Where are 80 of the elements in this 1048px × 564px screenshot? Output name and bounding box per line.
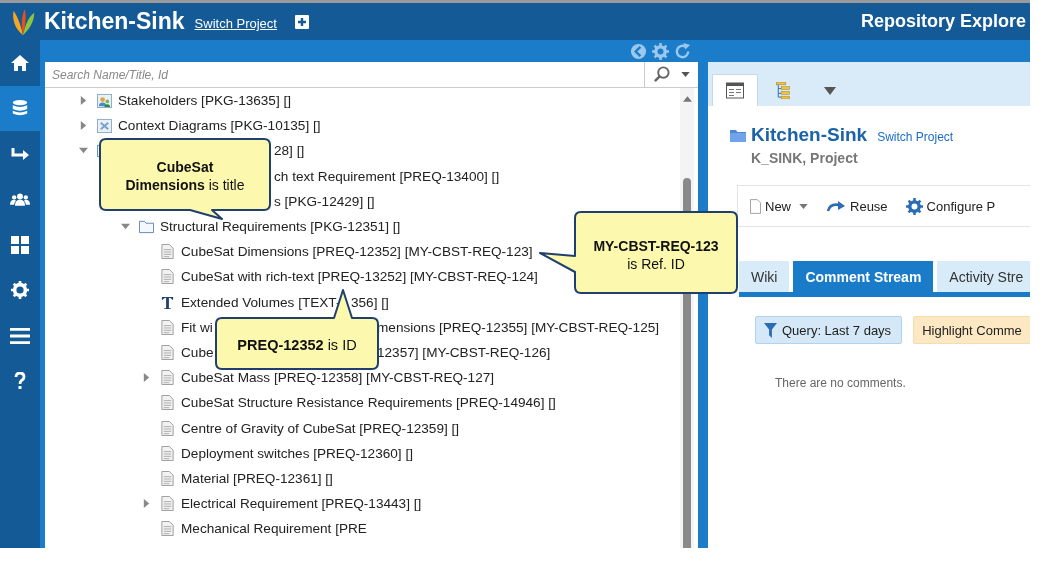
tree-item-label[interactable]: Material [PREQ-12361] []: [181, 470, 333, 486]
grid-icon: [10, 235, 30, 254]
redo-arrow-icon: [826, 200, 846, 212]
tree-item-label[interactable]: CubeSat Dimensions [PREQ-12352] [MY-CBST-REQ-123]: [181, 244, 533, 260]
tree-item-label[interactable]: Context Diagrams [PKG-10135] []: [118, 118, 321, 134]
highlight-button[interactable]: Highlight Comme: [913, 316, 1030, 344]
caret-icon: [799, 203, 808, 209]
expand-toggle-icon[interactable]: [142, 499, 151, 509]
reuse-button[interactable]: Reuse: [826, 198, 888, 214]
document-icon: [160, 496, 175, 512]
document-icon: [750, 198, 761, 214]
tree-item-label[interactable]: Fit wi: [181, 319, 213, 335]
expand-toggle-icon[interactable]: [79, 121, 88, 131]
tree-item-label[interactable]: Cube: [181, 344, 214, 360]
stream-tab[interactable]: Wiki: [739, 261, 790, 292]
settings-icon: [905, 197, 923, 215]
caret-icon: [824, 86, 836, 95]
tree-item-label[interactable]: 12357] [MY-CBST-REQ-126]: [377, 344, 551, 360]
tree-item-label[interactable]: Electrical Requirement [PREQ-13443] []: [181, 496, 422, 512]
project-subtitle: K_SINK, Project: [751, 150, 859, 166]
window-icon: [726, 82, 744, 99]
document-icon: [160, 344, 175, 360]
document-icon: [160, 370, 175, 386]
menu-icon: [10, 326, 30, 345]
tree-item-label[interactable]: mensions [PREQ-12355] [MY-CBST-REQ-125]: [377, 319, 660, 335]
stream-tab[interactable]: Comment Stream: [793, 261, 934, 292]
properties-tab[interactable]: [712, 74, 758, 106]
stream-tab[interactable]: Activity Stre: [937, 261, 1030, 292]
switch-project-link[interactable]: Switch Project: [194, 16, 277, 31]
home-icon: [10, 53, 30, 72]
tree-item-label[interactable]: CubeSat Mass [PREQ-12358] [MY-CBST-REQ-127]: [181, 370, 495, 386]
tree-item-label[interactable]: ch text Requirement [PREQ-13400] []: [274, 168, 500, 184]
folder-icon: [730, 128, 746, 142]
empty-message: There are no comments.: [775, 376, 907, 390]
database-icon: [10, 99, 30, 118]
callout-text: CubeSat Dimensions is title: [124, 158, 246, 195]
people-folder-icon: [97, 93, 112, 109]
query-button[interactable]: Query: Last 7 days: [755, 316, 903, 344]
tree-item-label[interactable]: Deployment switches [PREQ-12360] []: [181, 445, 413, 461]
document-icon: [160, 244, 175, 260]
project-title: Kitchen-Sink: [44, 8, 185, 35]
page-title: Repository Explore: [860, 11, 1026, 32]
tree-item-label[interactable]: 28] []: [274, 143, 305, 159]
expand-toggle-icon[interactable]: [79, 96, 88, 106]
tree-item-label[interactable]: Centre of Gravity of CubeSat [PREQ-12359] []: [181, 420, 460, 436]
caret-icon[interactable]: [681, 72, 690, 77]
settings-icon: [10, 281, 30, 300]
tree-item-label[interactable]: CubeSat with rich-text [PREQ-13252] [MY-CBST-REQ-124]: [181, 269, 538, 285]
document-icon: [160, 470, 175, 486]
hierarchy-icon: [774, 82, 792, 99]
filter-icon: [764, 322, 777, 338]
document-icon: [160, 420, 175, 436]
tree-item-label[interactable]: Structural Requirements [PKG-12351] []: [160, 219, 401, 235]
scroll-up-icon[interactable]: [683, 96, 692, 102]
configure-button[interactable]: Configure P: [905, 197, 996, 215]
collapse-toggle-icon[interactable]: [79, 146, 88, 156]
nav-database-button[interactable]: [0, 85, 40, 131]
switch-project-link[interactable]: Switch Project: [877, 129, 954, 144]
tree-item-label[interactable]: Extended Volumes [TEXT-: [181, 294, 341, 310]
tree-item-label[interactable]: 356] []: [351, 294, 389, 310]
add-icon[interactable]: [294, 14, 309, 29]
help-icon: [14, 372, 26, 391]
callout-text: MY-CBST-REQ-123 is Ref. ID: [592, 237, 720, 274]
tree-item-label[interactable]: Stakeholders [PKG-13635] []: [118, 93, 292, 109]
tree-item-label[interactable]: s [PKG-12429] []: [274, 193, 375, 209]
callout-text: PREQ-12352 is ID: [236, 336, 358, 355]
collapse-toggle-icon[interactable]: [121, 222, 130, 232]
document-icon: [160, 319, 175, 335]
expand-toggle-icon[interactable]: [142, 373, 151, 383]
project-name: Kitchen-Sink: [751, 124, 868, 146]
document-icon: [160, 445, 175, 461]
new-button[interactable]: New: [750, 198, 808, 214]
document-icon: [160, 269, 175, 285]
diagram-folder-icon: [97, 118, 112, 134]
tree-item-label[interactable]: Mechanical Requirement [PRE: [181, 521, 367, 537]
text-type-icon: [160, 294, 175, 310]
document-icon: [160, 395, 175, 411]
folder-icon: [139, 219, 154, 235]
tree-item-label[interactable]: CubeSat Structure Resistance Requirements [PREQ-14946] []: [181, 395, 556, 411]
document-icon: [160, 521, 175, 537]
